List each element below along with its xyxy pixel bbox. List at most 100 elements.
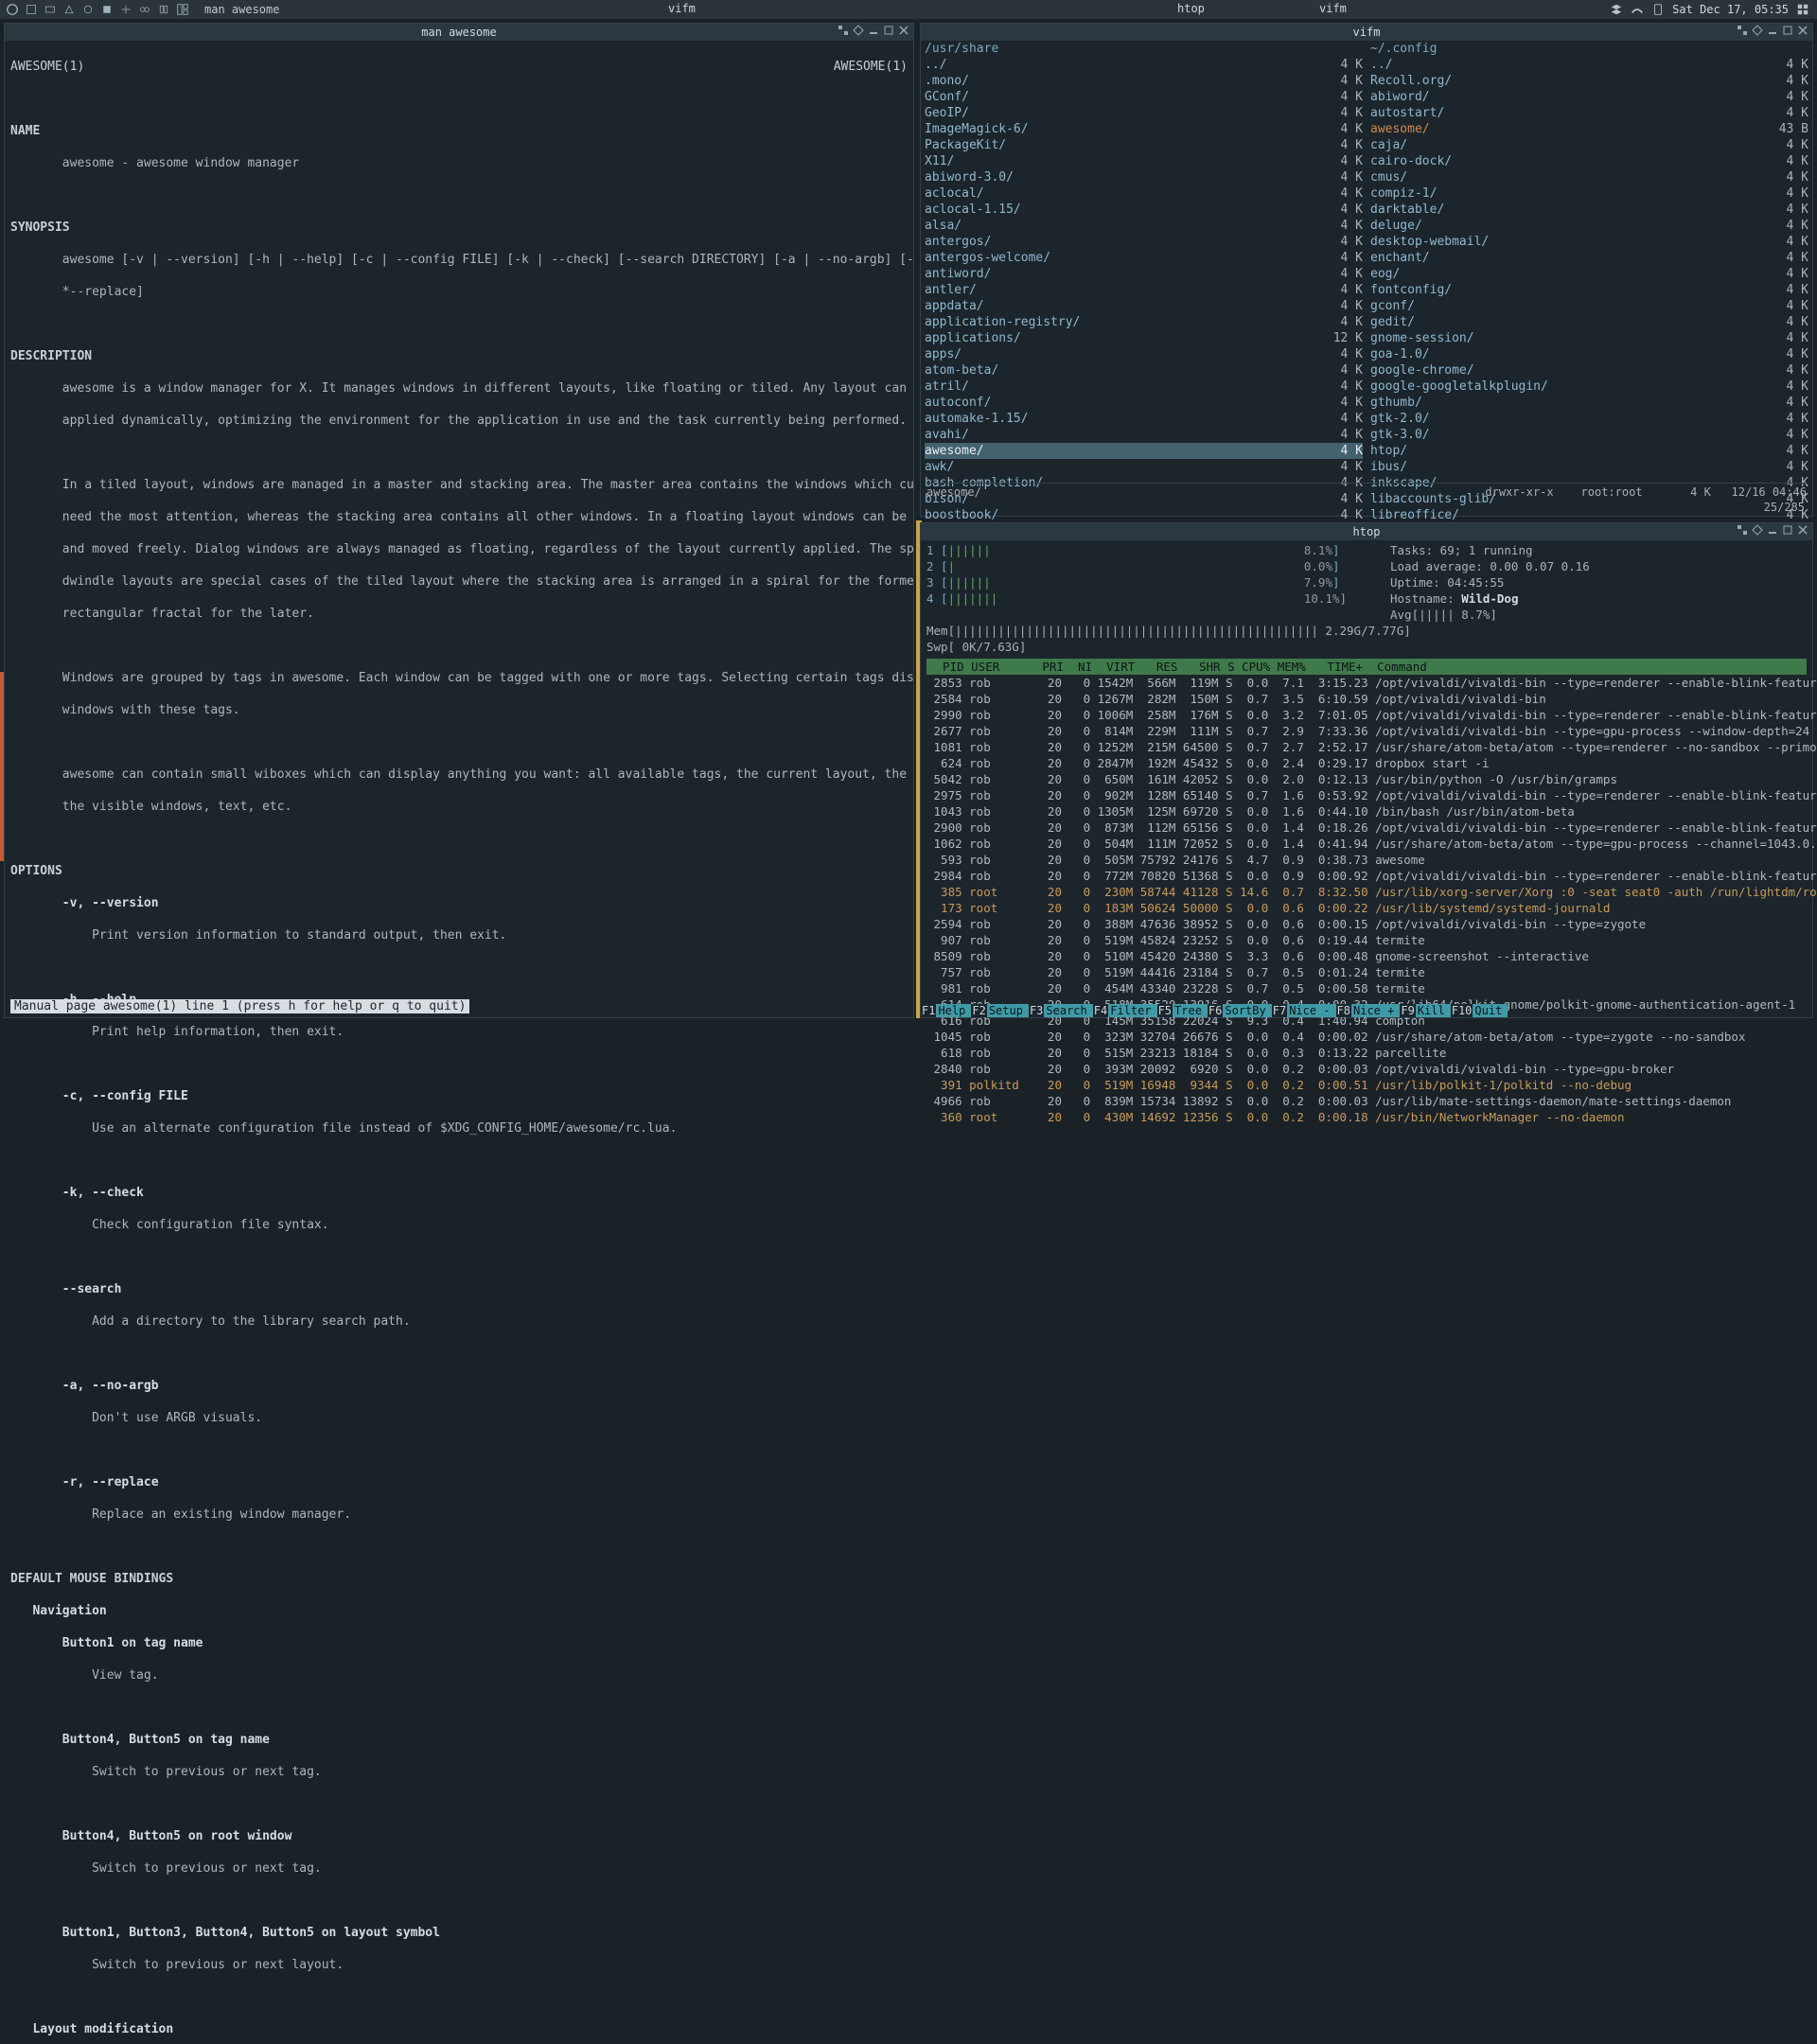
maximize-icon[interactable] xyxy=(1782,25,1793,36)
fkey-f4[interactable]: F4 xyxy=(1093,1004,1108,1017)
file-row[interactable]: applications/12 K xyxy=(925,330,1363,346)
process-row[interactable]: 2990 rob 20 0 1006M 258M 176M S 0.0 3.2 … xyxy=(926,707,1807,723)
file-row[interactable]: application-registry/4 K xyxy=(925,314,1363,330)
file-row[interactable]: gnome-session/4 K xyxy=(1370,330,1808,346)
process-row[interactable]: 593 rob 20 0 505M 75792 24176 S 4.7 0.9 … xyxy=(926,852,1807,868)
terminal-man-awesome[interactable]: man awesome AWESOME(1)AWESOME(1) NAME aw… xyxy=(4,23,914,1018)
active-window-title[interactable]: man awesome xyxy=(195,3,279,16)
file-row[interactable]: awesome/4 K xyxy=(925,443,1363,459)
process-row[interactable]: 757 rob 20 0 519M 44416 23184 S 0.7 0.5 … xyxy=(926,964,1807,980)
file-row[interactable]: boostbook/4 K xyxy=(925,507,1363,523)
minimize-icon[interactable] xyxy=(868,25,879,36)
tag-3-icon[interactable] xyxy=(62,3,76,16)
process-row[interactable]: 385 root 20 0 230M 58744 41128 S 14.6 0.… xyxy=(926,884,1807,900)
tag-1-icon[interactable] xyxy=(25,3,38,16)
file-row[interactable]: cmus/4 K xyxy=(1370,169,1808,185)
htop-process-list[interactable]: 2853 rob 20 0 1542M 566M 119M S 0.0 7.1 … xyxy=(926,675,1807,1125)
file-row[interactable]: gedit/4 K xyxy=(1370,314,1808,330)
fkey-f8[interactable]: F8 xyxy=(1336,1004,1351,1017)
maximize-icon[interactable] xyxy=(883,25,894,36)
fkey-f3[interactable]: F3 xyxy=(1029,1004,1044,1017)
process-row[interactable]: 981 rob 20 0 454M 43340 23228 S 0.7 0.5 … xyxy=(926,980,1807,996)
file-row[interactable]: GeoIP/4 K xyxy=(925,105,1363,121)
process-row[interactable]: 624 rob 20 0 2847M 192M 45432 S 0.0 2.4 … xyxy=(926,755,1807,771)
file-row[interactable]: libreoffice/4 K xyxy=(1370,507,1808,523)
sticky-icon[interactable] xyxy=(1752,524,1763,536)
file-row[interactable]: compiz-1/4 K xyxy=(1370,185,1808,202)
fkey-label[interactable]: Filter xyxy=(1108,1004,1156,1017)
fkey-f5[interactable]: F5 xyxy=(1157,1004,1173,1017)
process-row[interactable]: 2677 rob 20 0 814M 229M 111M S 0.7 2.9 7… xyxy=(926,723,1807,739)
htop-content[interactable]: 1 [|||||| 8.1%] 2 [| 0.0%] 3 [|||||| 7.9… xyxy=(921,540,1812,1127)
fkey-label[interactable]: Kill xyxy=(1416,1004,1451,1017)
file-row[interactable]: appdata/4 K xyxy=(925,298,1363,314)
maximize-icon[interactable] xyxy=(1782,524,1793,536)
file-row[interactable]: ../4 K xyxy=(925,57,1363,73)
fkey-label[interactable]: Search xyxy=(1044,1004,1092,1017)
tray-dropbox-icon[interactable] xyxy=(1610,3,1623,16)
tag-2-icon[interactable] xyxy=(44,3,57,16)
file-row[interactable]: gtk-2.0/4 K xyxy=(1370,411,1808,427)
fkey-f2[interactable]: F2 xyxy=(971,1004,986,1017)
process-row[interactable]: 907 rob 20 0 519M 45824 23252 S 0.0 0.6 … xyxy=(926,932,1807,948)
file-row[interactable]: aclocal/4 K xyxy=(925,185,1363,202)
file-row[interactable]: antergos/4 K xyxy=(925,234,1363,250)
layout-icon[interactable] xyxy=(176,3,189,16)
terminal-vifm[interactable]: vifm /usr/share ../4 K.mono/4 KGConf/4 K… xyxy=(920,23,1813,517)
tag-4-icon[interactable] xyxy=(81,3,95,16)
awesome-menu-icon[interactable] xyxy=(6,3,19,16)
file-row[interactable]: google-googletalkplugin/4 K xyxy=(1370,379,1808,395)
process-row[interactable]: 391 polkitd 20 0 519M 16948 9344 S 0.0 0… xyxy=(926,1077,1807,1093)
file-row[interactable]: gconf/4 K xyxy=(1370,298,1808,314)
file-row[interactable]: atril/4 K xyxy=(925,379,1363,395)
fkey-f6[interactable]: F6 xyxy=(1208,1004,1223,1017)
fkey-label[interactable]: SortBy xyxy=(1223,1004,1271,1017)
ontop-icon[interactable] xyxy=(838,25,849,36)
tag-6-icon[interactable] xyxy=(119,3,132,16)
file-row[interactable]: aclocal-1.15/4 K xyxy=(925,202,1363,218)
file-row[interactable]: fontconfig/4 K xyxy=(1370,282,1808,298)
terminal-htop[interactable]: htop 1 [|||||| 8.1%] 2 [| xyxy=(920,522,1813,1018)
process-row[interactable]: 618 rob 20 0 515M 23213 18184 S 0.0 0.3 … xyxy=(926,1045,1807,1061)
fkey-f7[interactable]: F7 xyxy=(1272,1004,1287,1017)
fkey-label[interactable]: Help xyxy=(936,1004,971,1017)
close-icon[interactable] xyxy=(1797,25,1808,36)
tag-7-icon[interactable] xyxy=(138,3,151,16)
tray-network-icon[interactable] xyxy=(1631,3,1644,16)
file-row[interactable]: google-chrome/4 K xyxy=(1370,362,1808,379)
file-row[interactable]: apps/4 K xyxy=(925,346,1363,362)
minimize-icon[interactable] xyxy=(1767,524,1778,536)
process-row[interactable]: 2594 rob 20 0 388M 47636 38952 S 0.0 0.6… xyxy=(926,916,1807,932)
process-row[interactable]: 360 root 20 0 430M 14692 12356 S 0.0 0.2… xyxy=(926,1109,1807,1125)
fkey-label[interactable]: Tree xyxy=(1173,1004,1208,1017)
close-icon[interactable] xyxy=(898,25,909,36)
process-row[interactable]: 2900 rob 20 0 873M 112M 65156 S 0.0 1.4 … xyxy=(926,819,1807,836)
process-row[interactable]: 2840 rob 20 0 393M 20092 6920 S 0.0 0.2 … xyxy=(926,1061,1807,1077)
man-content[interactable]: AWESOME(1)AWESOME(1) NAME awesome - awes… xyxy=(5,41,913,2044)
file-row[interactable]: GConf/4 K xyxy=(925,89,1363,105)
file-row[interactable]: darktable/4 K xyxy=(1370,202,1808,218)
fkey-f1[interactable]: F1 xyxy=(921,1004,936,1017)
file-row[interactable]: antler/4 K xyxy=(925,282,1363,298)
process-row[interactable]: 173 root 20 0 183M 50624 50000 S 0.0 0.6… xyxy=(926,900,1807,916)
sticky-icon[interactable] xyxy=(1752,25,1763,36)
file-row[interactable]: abiword-3.0/4 K xyxy=(925,169,1363,185)
process-row[interactable]: 1045 rob 20 0 323M 32704 26676 S 0.0 0.4… xyxy=(926,1029,1807,1045)
process-row[interactable]: 1043 rob 20 0 1305M 125M 69720 S 0.0 1.6… xyxy=(926,803,1807,819)
vifm-right-pane[interactable]: ~/.config ../4 KRecoll.org/4 Kabiword/4 … xyxy=(1367,41,1812,516)
file-row[interactable]: goa-1.0/4 K xyxy=(1370,346,1808,362)
file-row[interactable]: ImageMagick-6/4 K xyxy=(925,121,1363,137)
close-icon[interactable] xyxy=(1797,524,1808,536)
process-row[interactable]: 1062 rob 20 0 504M 111M 72052 S 0.0 1.4 … xyxy=(926,836,1807,852)
file-row[interactable]: autostart/4 K xyxy=(1370,105,1808,121)
layout-indicator-icon[interactable] xyxy=(1796,3,1809,16)
task-htop[interactable]: htop xyxy=(1177,2,1205,15)
file-row[interactable]: antergos-welcome/4 K xyxy=(925,250,1363,266)
file-row[interactable]: awesome/43 B xyxy=(1370,121,1808,137)
file-row[interactable]: abiword/4 K xyxy=(1370,89,1808,105)
file-row[interactable]: PackageKit/4 K xyxy=(925,137,1363,153)
process-row[interactable]: 2984 rob 20 0 772M 70820 51368 S 0.0 0.9… xyxy=(926,868,1807,884)
process-row[interactable]: 5042 rob 20 0 650M 161M 42052 S 0.0 2.0 … xyxy=(926,771,1807,787)
tray-clipboard-icon[interactable] xyxy=(1651,3,1665,16)
file-row[interactable]: deluge/4 K xyxy=(1370,218,1808,234)
